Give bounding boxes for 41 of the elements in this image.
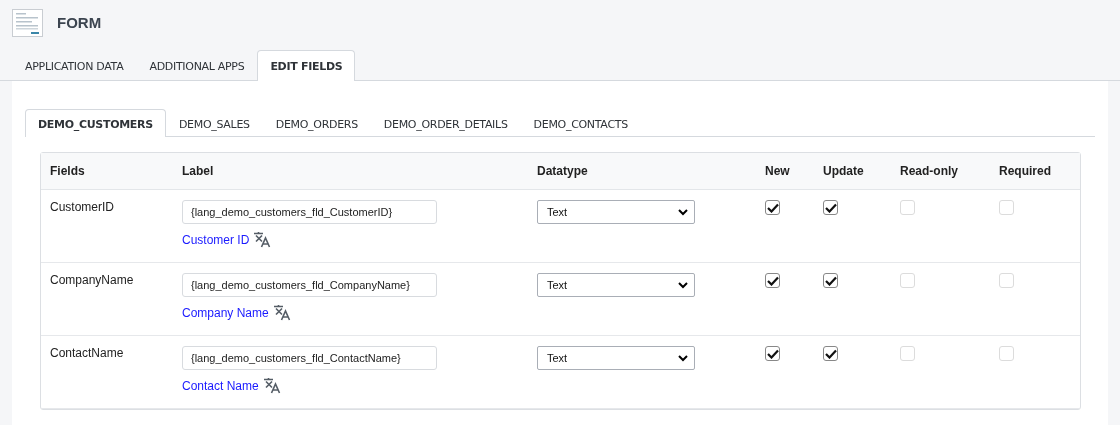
translate-icon[interactable] (262, 377, 281, 394)
checkbox[interactable] (823, 346, 838, 361)
label-input[interactable]: {lang_demo_customers_fld_CustomerID} (182, 200, 437, 224)
table-tab[interactable]: DEMO_CUSTOMERS (25, 109, 166, 137)
checkbox[interactable] (765, 273, 780, 288)
translate-icon[interactable] (253, 231, 272, 248)
checkbox[interactable] (823, 200, 838, 215)
column-header: Required (999, 164, 1052, 178)
table-tab[interactable]: DEMO_SALES (165, 109, 263, 137)
label-input[interactable]: {lang_demo_customers_fld_CompanyName} (182, 273, 437, 297)
column-header: New (765, 164, 791, 178)
chevron-down-icon (678, 354, 688, 362)
column-header: Read-only (900, 164, 959, 178)
label-preview-link[interactable]: Company Name (182, 305, 269, 320)
table-tab[interactable]: DEMO_ORDER_DETAILS (370, 109, 521, 137)
tab[interactable]: ADDITIONAL APPS (136, 50, 258, 81)
label-input[interactable]: {lang_demo_customers_fld_ContactName} (182, 346, 437, 370)
checkbox[interactable] (823, 273, 838, 288)
datatype-select[interactable]: Text (537, 200, 695, 224)
column-header: Fields (50, 164, 86, 178)
column-header: Label (182, 164, 215, 178)
column-header: Datatype (537, 164, 589, 178)
datatype-select[interactable]: Text (537, 273, 695, 297)
translate-icon[interactable] (272, 304, 291, 321)
form-icon (12, 8, 43, 37)
chevron-down-icon (678, 208, 688, 216)
field-name: CompanyName (50, 273, 135, 287)
checkbox[interactable] (765, 200, 780, 215)
field-name: CustomerID (50, 200, 115, 214)
datatype-select[interactable]: Text (537, 346, 695, 370)
column-header: Update (823, 164, 865, 178)
field-name: ContactName (50, 346, 125, 360)
tab[interactable]: EDIT FIELDS (257, 50, 356, 81)
checkbox[interactable] (765, 346, 780, 361)
table-tab[interactable]: DEMO_ORDERS (262, 109, 371, 137)
label-preview-link[interactable]: Contact Name (182, 378, 259, 393)
page-title: FORM (57, 14, 102, 31)
chevron-down-icon (678, 281, 688, 289)
label-preview-link[interactable]: Customer ID (182, 232, 250, 247)
table-tab[interactable]: DEMO_CONTACTS (520, 109, 641, 137)
tab[interactable]: APPLICATION DATA (12, 50, 137, 81)
